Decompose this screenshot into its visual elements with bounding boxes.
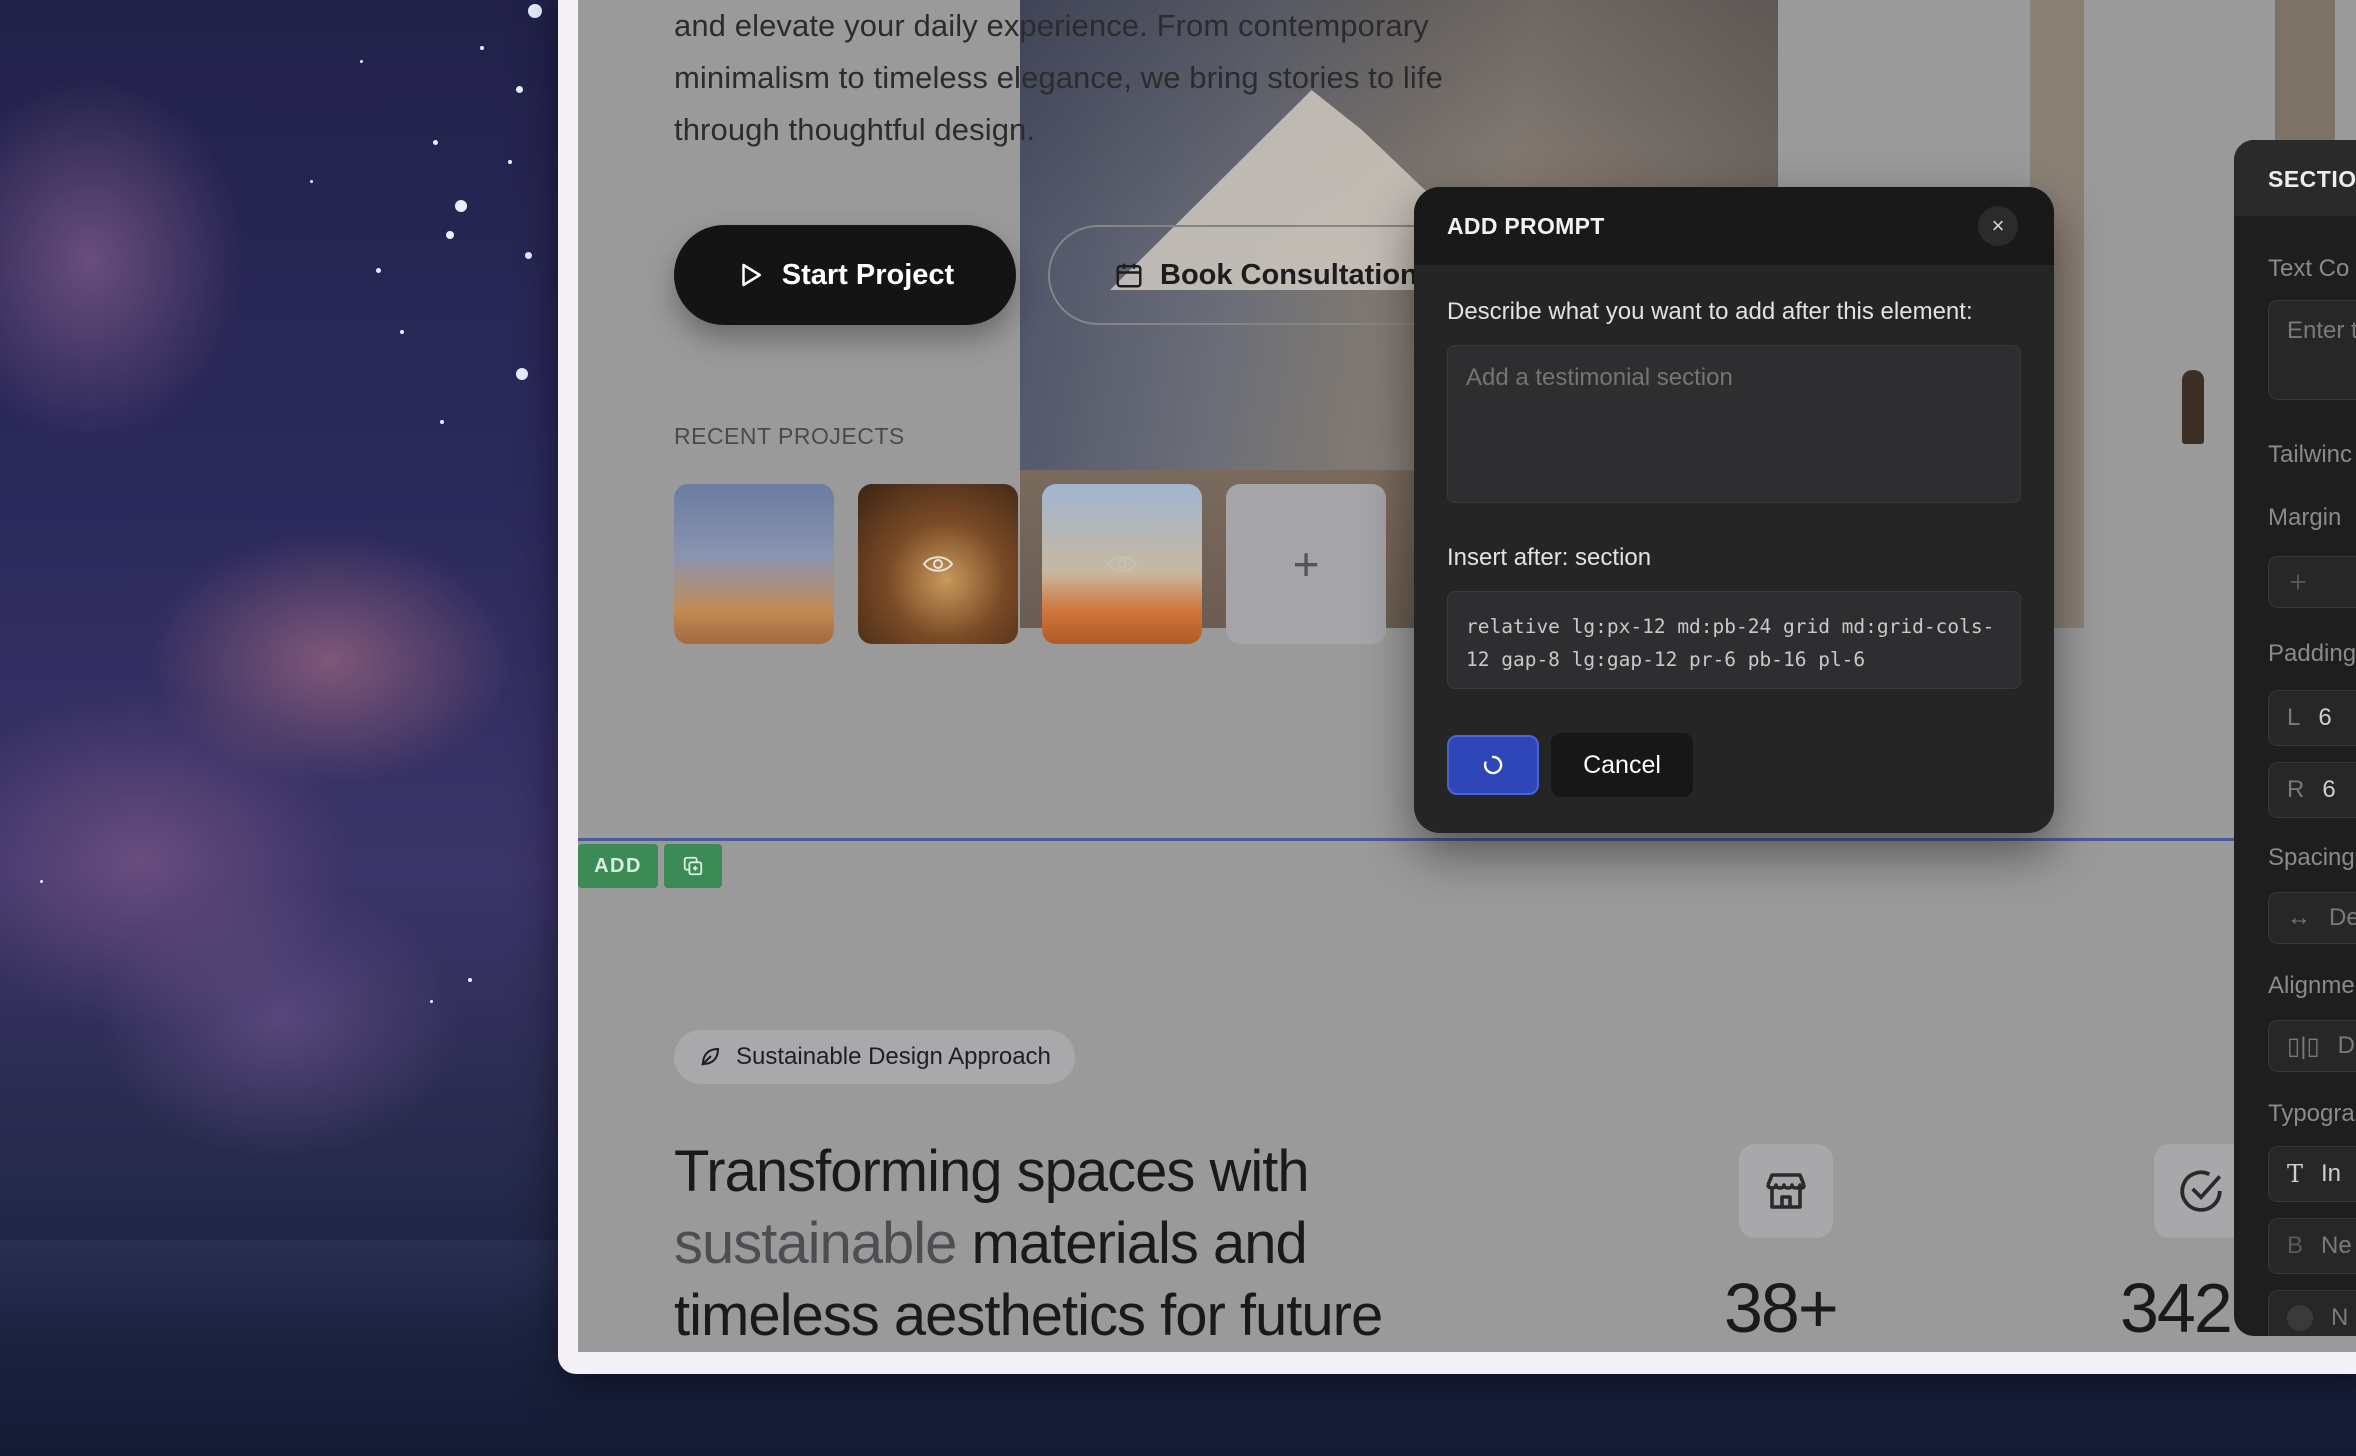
- align-center-icon: ▯|▯: [2287, 1032, 2320, 1060]
- spacing-value: De: [2329, 904, 2356, 931]
- duplicate-icon: [683, 856, 703, 876]
- padding-right-input[interactable]: R 6: [2268, 762, 2356, 818]
- insert-after-label: Insert after: section: [1447, 544, 1652, 571]
- font-family-value: In: [2321, 1160, 2342, 1187]
- add-section-button[interactable]: ADD: [578, 844, 658, 888]
- padding-right-value: 6: [2322, 776, 2336, 803]
- headline-line: timeless aesthetics for future: [674, 1283, 1383, 1348]
- stat-value: 342: [2120, 1269, 2233, 1347]
- text-color-value: N: [2331, 1304, 2349, 1331]
- close-button[interactable]: ×: [1978, 206, 2018, 246]
- element-classes-line: relative lg:px-12 md:pb-24 grid md:grid-…: [1466, 615, 1995, 638]
- project-thumbnail[interactable]: [674, 484, 834, 644]
- padding-left-key: L: [2287, 704, 2301, 731]
- padding-label: Padding: [2268, 640, 2356, 667]
- font-family-select[interactable]: T In: [2268, 1146, 2356, 1202]
- text-content-label: Text Co: [2268, 255, 2350, 282]
- hero-description: and elevate your daily experience. From …: [674, 0, 1534, 156]
- text-content-placeholder: Enter t: [2287, 317, 2356, 344]
- panel-title: SECTIO: [2234, 140, 2356, 216]
- alignment-value: De: [2337, 1032, 2356, 1059]
- prompt-description-label: Describe what you want to add after this…: [1447, 298, 1973, 325]
- stat-value: 38+: [1724, 1269, 1839, 1347]
- add-project-button[interactable]: +: [1226, 484, 1386, 644]
- section-badge-label: Sustainable Design Approach: [736, 1043, 1051, 1070]
- hero-image-figure: [2182, 370, 2204, 444]
- padding-left-input[interactable]: L 6: [2268, 690, 2356, 746]
- padding-left-value: 6: [2318, 704, 2332, 731]
- element-classes-line: 12 gap-8 lg:gap-12 pr-6 pb-16 pl-6: [1466, 648, 1866, 671]
- margin-label: Margin: [2268, 504, 2342, 531]
- text-color-select[interactable]: N: [2268, 1290, 2356, 1336]
- eye-icon: [922, 556, 954, 572]
- font-weight-value: Ne: [2321, 1232, 2352, 1259]
- start-project-label: Start Project: [781, 258, 955, 291]
- section-badge: Sustainable Design Approach: [674, 1030, 1075, 1084]
- font-weight-select[interactable]: B Ne: [2268, 1218, 2356, 1274]
- element-classes: relative lg:px-12 md:pb-24 grid md:grid-…: [1447, 591, 2021, 689]
- calendar-icon: [1116, 263, 1142, 288]
- plus-icon: +: [1292, 538, 1320, 590]
- duplicate-section-button[interactable]: [664, 844, 722, 888]
- headline-line-rest: materials and: [956, 1211, 1308, 1276]
- eye-icon: [1106, 556, 1138, 572]
- recent-projects-heading: RECENT PROJECTS: [674, 423, 905, 449]
- start-project-button[interactable]: Start Project: [674, 225, 1016, 325]
- margin-input[interactable]: [2268, 556, 2356, 608]
- type-icon: T: [2287, 1160, 2304, 1188]
- hero-description-line: through thoughtful design.: [674, 112, 1036, 147]
- close-icon: ×: [1991, 213, 2005, 238]
- book-consultation-label: Book Consultation: [1160, 258, 1418, 291]
- modal-title: ADD PROMPT: [1447, 212, 1605, 239]
- headline-line: Transforming spaces with: [674, 1139, 1310, 1204]
- submit-button[interactable]: [1447, 735, 1539, 795]
- stat-card-icon: [1739, 1144, 1833, 1238]
- tailwind-label: Tailwinc: [2268, 441, 2353, 468]
- project-thumbnail[interactable]: [1042, 484, 1202, 644]
- alignment-select[interactable]: ▯|▯ De: [2268, 1020, 2356, 1072]
- prompt-textarea[interactable]: [1447, 345, 2021, 503]
- play-icon: [742, 263, 761, 287]
- project-thumbnail[interactable]: [858, 484, 1018, 644]
- headline-line: sustainable materials and: [674, 1208, 1574, 1280]
- hero-description-line: and elevate your daily experience. From …: [674, 8, 1429, 43]
- section-headline: Transforming spaces with sustainable mat…: [674, 1136, 1574, 1352]
- section-selection-outline: [578, 838, 2356, 841]
- add-prompt-modal: ADD PROMPT × Describe what you want to a…: [1414, 187, 2054, 833]
- loading-spinner-icon: [1483, 755, 1503, 775]
- spacing-select[interactable]: ↔ De: [2268, 892, 2356, 944]
- spacing-label: Spacing: [2268, 844, 2355, 871]
- headline-highlight: sustainable: [674, 1211, 957, 1276]
- bold-icon: B: [2287, 1232, 2304, 1259]
- padding-right-key: R: [2287, 776, 2305, 803]
- leaf-icon: [701, 1047, 720, 1066]
- typography-label: Typogra: [2268, 1100, 2355, 1127]
- horizontal-arrows-icon: ↔: [2287, 904, 2311, 931]
- text-content-input[interactable]: Enter t: [2268, 300, 2356, 400]
- check-circle-icon: [2180, 1170, 2222, 1212]
- hero-description-line: minimalism to timeless elegance, we brin…: [674, 60, 1443, 95]
- color-swatch: [2287, 1305, 2313, 1331]
- cancel-button[interactable]: Cancel: [1551, 733, 1693, 797]
- store-icon: [1766, 1173, 1806, 1209]
- properties-panel: SECTIO Text Co Enter t Tailwinc Margin P…: [2234, 140, 2356, 1336]
- alignment-label: Alignme: [2268, 972, 2355, 999]
- modal-header: ADD PROMPT ×: [1414, 187, 2054, 265]
- move-icon: [2290, 574, 2306, 590]
